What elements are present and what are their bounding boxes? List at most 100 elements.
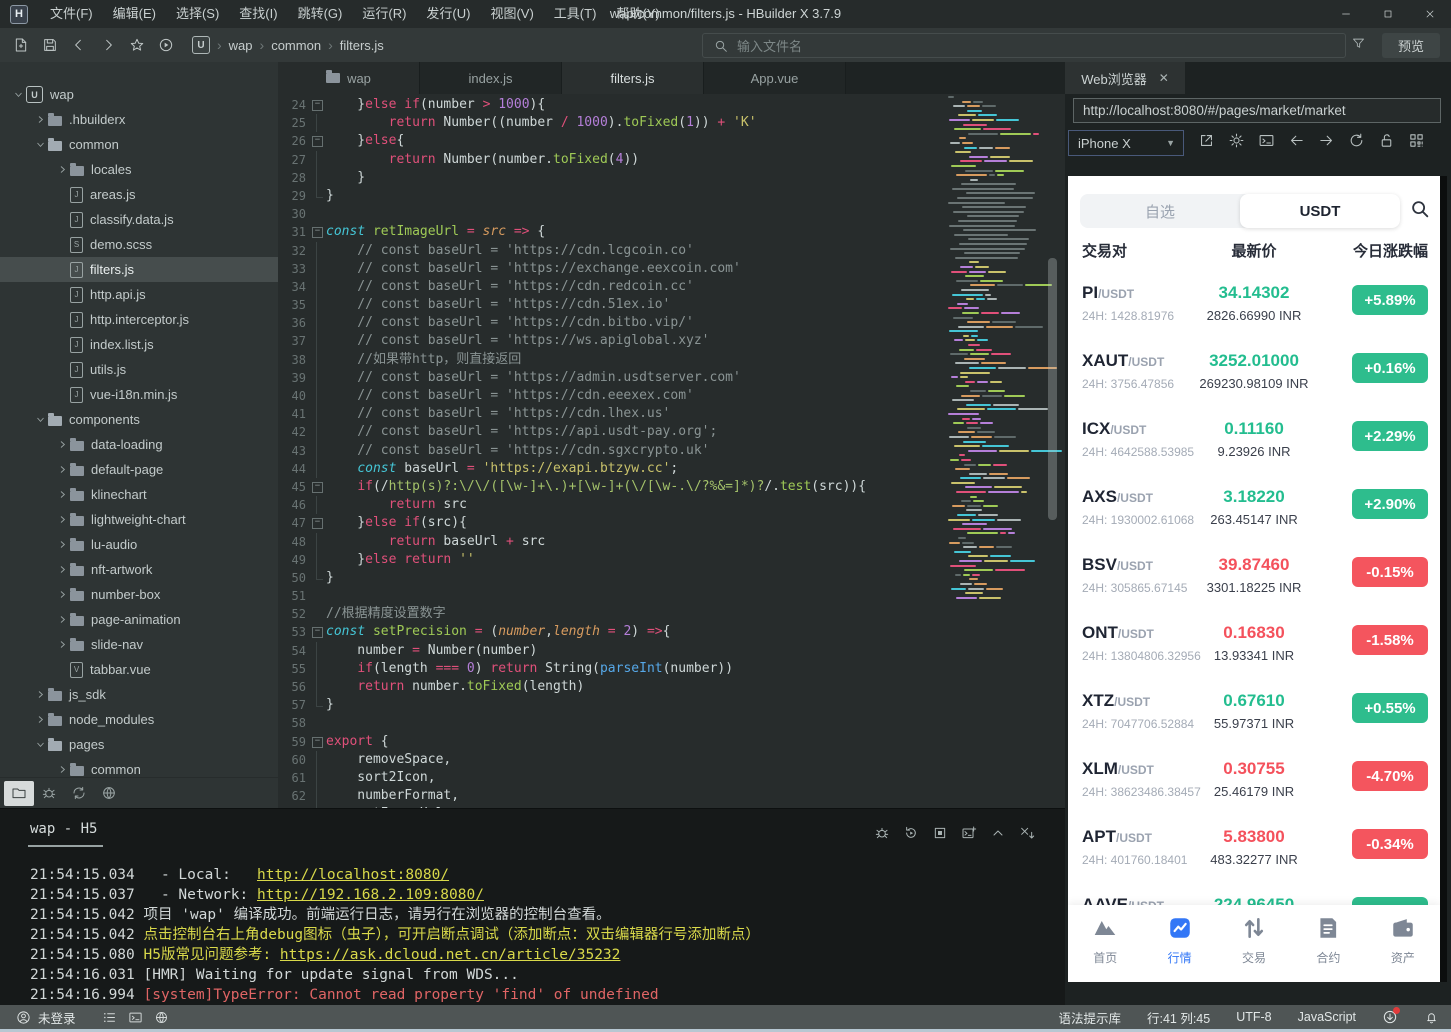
chevron-right-icon[interactable] <box>32 688 48 702</box>
nav-forward-icon[interactable] <box>1318 132 1335 149</box>
code-line[interactable]: 39 // const baseUrl = 'https://admin.usd… <box>278 368 1065 387</box>
code-line[interactable]: 32 // const baseUrl = 'https://cdn.lcgco… <box>278 241 1065 260</box>
code-line[interactable]: 43 // const baseUrl = 'https://cdn.sgxcr… <box>278 441 1065 460</box>
line-number[interactable]: 45 <box>278 478 306 496</box>
tree-item-areas.js[interactable]: Jareas.js <box>0 182 278 207</box>
chevron-right-icon[interactable] <box>54 438 70 452</box>
code-area[interactable]: 24− }else if(number > 1000){25 return Nu… <box>278 96 1065 808</box>
code-line[interactable]: 45− if(/http(s)?:\/\/([\w-]+\.)+[\w-]+(\… <box>278 478 1065 496</box>
menu-item[interactable]: 选择(S) <box>166 0 229 28</box>
code-line[interactable]: 28 } <box>278 168 1065 187</box>
line-number[interactable]: 44 <box>278 460 306 478</box>
nav-back-icon[interactable] <box>1288 132 1305 149</box>
collapse-panel-icon[interactable] <box>990 825 1006 841</box>
code-line[interactable]: 56 return number.toFixed(length) <box>278 678 1065 697</box>
line-number[interactable]: 29 <box>278 187 306 205</box>
tree-item-data-loading[interactable]: data-loading <box>0 432 278 457</box>
maximize-button[interactable] <box>1367 0 1409 28</box>
chevron-down-icon[interactable] <box>32 138 48 152</box>
fold-indicator[interactable]: − <box>309 132 326 150</box>
change-badge[interactable]: +2.29% <box>1352 421 1428 451</box>
log-link[interactable]: http://192.168.2.109:8080/ <box>257 887 484 903</box>
fold-indicator[interactable]: − <box>309 514 326 532</box>
sync-view-icon[interactable] <box>64 781 94 806</box>
tree-item-classify.data.js[interactable]: Jclassify.data.js <box>0 207 278 232</box>
code-line[interactable]: 60 removeSpace, <box>278 750 1065 769</box>
code-line[interactable]: 31− const retImageUrl = src => { <box>278 223 1065 241</box>
fold-box-icon[interactable]: − <box>312 518 323 530</box>
menu-item[interactable]: 编辑(E) <box>103 0 166 28</box>
tree-item-http.interceptor.js[interactable]: Jhttp.interceptor.js <box>0 307 278 332</box>
chevron-right-icon[interactable] <box>54 163 70 177</box>
market-row-BSV[interactable]: BSV/USDT 24H: 305865.67145 39.87460 3301.18… <box>1068 544 1440 612</box>
nav-item-合约[interactable]: 合约 <box>1291 905 1365 982</box>
tree-item-number-box[interactable]: number-box <box>0 582 278 607</box>
tree-item-.hbuilderx[interactable]: .hbuilderx <box>0 107 278 132</box>
restart-icon[interactable] <box>903 825 919 841</box>
code-line[interactable]: 30 <box>278 205 1065 223</box>
code-line[interactable]: 47− }else if(src){ <box>278 514 1065 532</box>
market-search-icon[interactable] <box>1409 198 1431 220</box>
back-icon[interactable] <box>64 32 93 58</box>
chevron-right-icon[interactable] <box>32 113 48 127</box>
menu-item[interactable]: 文件(F) <box>40 0 103 28</box>
chevron-down-icon[interactable] <box>10 88 26 102</box>
market-row-ICX[interactable]: ICX/USDT 24H: 4642588.53985 0.11160 9.23926… <box>1068 408 1440 476</box>
explorer-view-icon[interactable] <box>4 780 34 806</box>
stop-icon[interactable] <box>932 825 948 841</box>
tree-item-demo.scss[interactable]: Sdemo.scss <box>0 232 278 257</box>
change-badge[interactable]: -1.58% <box>1352 625 1428 655</box>
line-number[interactable]: 51 <box>278 587 306 605</box>
debug-bug-icon[interactable] <box>874 825 890 841</box>
tree-item-node_modules[interactable]: node_modules <box>0 707 278 732</box>
breadcrumb-item[interactable]: wap <box>229 38 253 53</box>
code-line[interactable]: 26− }else{ <box>278 132 1065 150</box>
line-number[interactable]: 33 <box>278 260 306 278</box>
chevron-down-icon[interactable] <box>32 413 48 427</box>
line-number[interactable]: 30 <box>278 205 306 223</box>
chevron-right-icon[interactable] <box>32 713 48 727</box>
menu-item[interactable]: 运行(R) <box>352 0 416 28</box>
console-terminal-icon[interactable] <box>1258 132 1275 149</box>
code-line[interactable]: 42 // const baseUrl = 'https://api.usdt-… <box>278 423 1065 442</box>
line-number[interactable]: 57 <box>278 696 306 714</box>
tree-item-vue-i18n.min.js[interactable]: Jvue-i18n.min.js <box>0 382 278 407</box>
outline-list-icon[interactable] <box>102 1010 117 1025</box>
minimap[interactable] <box>948 96 1062 601</box>
filter-funnel-icon[interactable] <box>1351 36 1366 51</box>
chevron-right-icon[interactable] <box>54 463 70 477</box>
line-number[interactable]: 39 <box>278 369 306 387</box>
code-line[interactable]: 36 // const baseUrl = 'https://cdn.bitbo… <box>278 314 1065 333</box>
update-download-icon[interactable] <box>1382 1007 1400 1025</box>
market-row-APT[interactable]: APT/USDT 24H: 401760.18401 5.83800 483.3227… <box>1068 816 1440 884</box>
chevron-right-icon[interactable] <box>54 513 70 527</box>
change-badge[interactable] <box>1352 897 1428 905</box>
tree-item-common[interactable]: common <box>0 132 278 157</box>
unlock-icon[interactable] <box>1378 132 1395 149</box>
device-select[interactable]: iPhone X ▼ <box>1068 130 1184 156</box>
tree-item-utils.js[interactable]: Jutils.js <box>0 357 278 382</box>
code-line[interactable]: 55 if(length === 0) return String(parseI… <box>278 659 1065 678</box>
code-line[interactable]: 38 //如果带http，则直接返回 <box>278 350 1065 369</box>
code-line[interactable]: 62 numberFormat, <box>278 787 1065 806</box>
qr-code-icon[interactable] <box>1408 132 1425 149</box>
new-file-icon[interactable] <box>6 32 35 58</box>
code-line[interactable]: 29} <box>278 186 1065 205</box>
breadcrumb-item[interactable]: common <box>271 38 321 53</box>
nav-item-行情[interactable]: 行情 <box>1142 905 1216 982</box>
line-number[interactable]: 46 <box>278 496 306 514</box>
tree-item-locales[interactable]: locales <box>0 157 278 182</box>
change-badge[interactable]: -0.34% <box>1352 829 1428 859</box>
line-number[interactable]: 52 <box>278 605 306 623</box>
chevron-down-icon[interactable] <box>32 738 48 752</box>
editor-tab-filters.js[interactable]: filters.js <box>562 62 704 94</box>
code-line[interactable]: 33 // const baseUrl = 'https://exchange.… <box>278 259 1065 278</box>
code-line[interactable]: 34 // const baseUrl = 'https://cdn.redco… <box>278 277 1065 297</box>
fold-indicator[interactable]: − <box>309 623 326 641</box>
code-line[interactable]: 52 //根据精度设置数字 <box>278 605 1065 623</box>
code-line[interactable]: 53− const setPrecision = (number,length =… <box>278 623 1065 641</box>
code-line[interactable]: 41 // const baseUrl = 'https://cdn.lhex.… <box>278 405 1065 424</box>
globe-view-icon[interactable] <box>94 781 124 806</box>
code-line[interactable]: 61 sort2Icon, <box>278 768 1065 788</box>
phone-scroll-strip[interactable] <box>1440 176 1447 982</box>
